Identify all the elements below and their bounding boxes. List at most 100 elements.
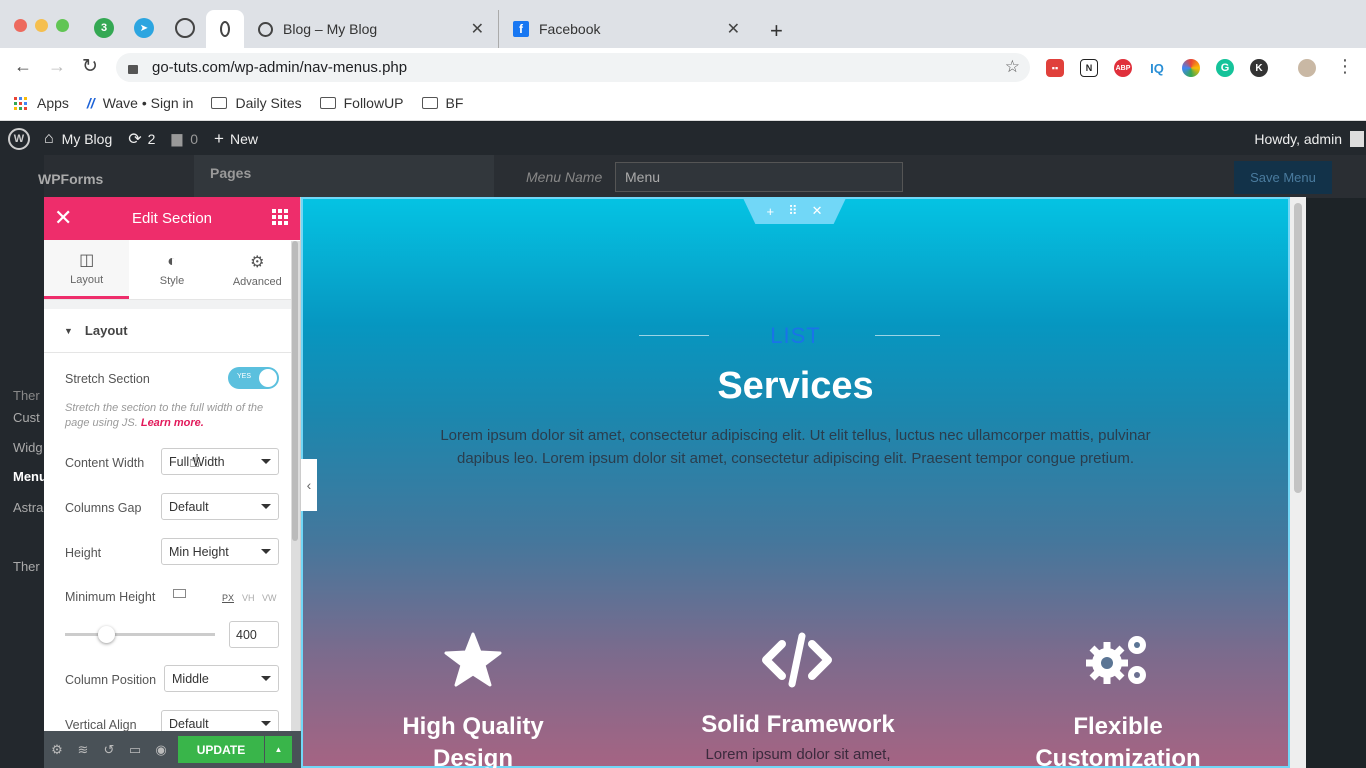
- bookmark-wave[interactable]: //Wave • Sign in: [87, 95, 194, 111]
- bookmark-bf[interactable]: BF: [421, 95, 463, 111]
- panel-footer: ⚙ ≋ ↺ ▭ ◉ UPDATE ▲: [44, 731, 301, 768]
- globe-tab-icon[interactable]: [175, 18, 195, 38]
- star-icon: [444, 632, 502, 687]
- tab-style[interactable]: ◐ Style: [129, 240, 214, 299]
- forward-icon[interactable]: →: [48, 56, 66, 77]
- admin-avatar[interactable]: [1350, 130, 1364, 147]
- panel-title: Edit Section: [131, 210, 213, 227]
- section-preview[interactable]: LIST Services Lorem ipsum dolor sit amet…: [301, 197, 1290, 768]
- preview-scrollbar[interactable]: [1290, 197, 1306, 768]
- min-height-input[interactable]: 400: [229, 621, 279, 648]
- browser-tab-strip: 3 ➤ Blog – My Blog ✕ f Facebook ✕ +: [0, 0, 1366, 48]
- tab-facebook[interactable]: f Facebook ✕: [498, 10, 754, 48]
- unit-px[interactable]: PX: [222, 593, 234, 603]
- section-title: Services: [717, 365, 874, 407]
- add-section-icon[interactable]: +: [766, 204, 774, 219]
- home-icon: ⌂: [44, 129, 54, 147]
- navigator-layers-icon[interactable]: ≋: [70, 742, 96, 758]
- back-icon[interactable]: ←: [14, 56, 32, 77]
- update-button[interactable]: UPDATE: [178, 736, 264, 763]
- bookmark-followup[interactable]: FollowUP: [319, 95, 404, 111]
- comment-icon: ▆: [171, 130, 183, 146]
- gears-icon: [1086, 636, 1146, 684]
- section-eyebrow: LIST: [770, 323, 821, 348]
- history-icon[interactable]: ↺: [96, 742, 122, 758]
- tab-layout[interactable]: ◫ Layout: [44, 240, 130, 299]
- drag-section-icon[interactable]: ⠿: [788, 203, 798, 219]
- updates-icon: ⟳: [128, 130, 142, 148]
- desktop-icon[interactable]: [173, 589, 186, 598]
- panel-header: ✕ Edit Section: [44, 197, 300, 240]
- slider-handle[interactable]: [97, 626, 115, 643]
- preview-scroll-thumb[interactable]: [1294, 203, 1302, 493]
- wordpress-logo-icon[interactable]: W: [8, 127, 30, 150]
- admin-howdy[interactable]: Howdy, admin: [1254, 131, 1342, 147]
- layout-controls: Stretch Section YES Stretch the section …: [44, 353, 291, 737]
- unit-vh[interactable]: VH: [242, 593, 255, 603]
- menu-name-input[interactable]: Menu: [615, 162, 903, 192]
- close-window-button[interactable]: [14, 19, 27, 32]
- unit-vw[interactable]: VW: [262, 593, 277, 603]
- tab-active-globe[interactable]: [206, 10, 244, 48]
- address-bar[interactable]: go-tuts.com/wp-admin/nav-menus.php ☆: [116, 53, 1030, 82]
- new-tab-icon[interactable]: +: [770, 18, 783, 44]
- update-options-caret-icon[interactable]: ▲: [265, 736, 292, 763]
- grammarly-extension-icon[interactable]: G: [1216, 59, 1234, 77]
- min-height-slider[interactable]: [65, 626, 215, 643]
- close-tab-icon[interactable]: ✕: [471, 19, 484, 39]
- responsive-desktop-icon[interactable]: ▭: [122, 742, 148, 758]
- collapse-panel-icon[interactable]: ‹: [301, 459, 317, 511]
- plus-icon: +: [214, 128, 224, 148]
- bookmark-daily-sites[interactable]: Daily Sites: [211, 95, 302, 111]
- hand-cursor-icon: ☝: [189, 451, 200, 471]
- content-width-select[interactable]: Full Width: [161, 448, 279, 475]
- section-handle[interactable]: + ⠿ ✕: [743, 198, 846, 224]
- learn-more-link[interactable]: Learn more.: [141, 417, 204, 429]
- close-tab-icon[interactable]: ✕: [727, 19, 740, 39]
- admin-comments[interactable]: ▆ 0: [171, 130, 198, 147]
- columns-gap-select[interactable]: Default: [161, 493, 279, 520]
- iq-extension-icon[interactable]: IQ: [1148, 59, 1166, 77]
- maximize-window-button[interactable]: [56, 19, 69, 32]
- admin-new[interactable]: + New: [214, 129, 258, 149]
- bookmark-star-icon[interactable]: ☆: [1005, 57, 1020, 77]
- adblock-extension-icon[interactable]: ABP: [1114, 59, 1132, 77]
- k-extension-icon[interactable]: K: [1250, 59, 1268, 77]
- preview-eye-icon[interactable]: ◉: [148, 742, 174, 758]
- bookmark-apps[interactable]: Apps: [14, 95, 69, 111]
- telegram-tab-icon[interactable]: ➤: [134, 18, 154, 38]
- lock-icon: [128, 65, 138, 74]
- settings-gear-icon[interactable]: ⚙: [44, 742, 70, 758]
- tab-title: Blog – My Blog: [283, 21, 378, 37]
- height-select[interactable]: Min Height: [161, 538, 279, 565]
- close-panel-icon[interactable]: ✕: [54, 205, 72, 231]
- widgets-grid-icon[interactable]: [272, 209, 288, 225]
- layout-section-toggle[interactable]: ▼ Layout: [44, 309, 291, 353]
- wp-admin-bar: W ⌂ My Blog ⟳ 2 ▆ 0 + New Howdy, admin: [0, 122, 1366, 155]
- tab-blog[interactable]: Blog – My Blog ✕: [244, 10, 498, 48]
- admin-updates[interactable]: ⟳ 2: [128, 129, 155, 149]
- panel-scroll-thumb[interactable]: [292, 241, 298, 541]
- column-position-select[interactable]: Middle: [164, 665, 279, 692]
- folder-icon: [421, 97, 438, 109]
- code-icon: [762, 632, 832, 688]
- minimize-window-button[interactable]: [35, 19, 48, 32]
- folder-icon: [319, 97, 336, 109]
- pinned-tab-badge-icon[interactable]: 3: [94, 18, 114, 38]
- profile-avatar[interactable]: [1298, 59, 1316, 77]
- wp-admin-sidebar: Ther Cust Widg Menu Astra Ther: [0, 155, 47, 768]
- tab-advanced[interactable]: ⚙ Advanced: [215, 240, 300, 299]
- pocket-extension-icon[interactable]: ▪▪: [1046, 59, 1064, 77]
- menu-dots-icon[interactable]: ⋮: [1336, 56, 1354, 77]
- color-extension-icon[interactable]: [1182, 59, 1200, 77]
- tab-title: Facebook: [539, 21, 601, 37]
- pages-accordion[interactable]: Pages: [194, 155, 494, 198]
- panel-scrollbar[interactable]: [291, 241, 300, 731]
- url-text: go-tuts.com/wp-admin/nav-menus.php: [152, 59, 408, 76]
- delete-section-icon[interactable]: ✕: [812, 203, 823, 219]
- notion-extension-icon[interactable]: N: [1080, 59, 1098, 77]
- admin-site-link[interactable]: ⌂ My Blog: [44, 130, 112, 148]
- save-menu-button[interactable]: Save Menu: [1234, 161, 1332, 194]
- reload-icon[interactable]: ↻: [82, 55, 98, 78]
- stretch-section-toggle[interactable]: YES: [228, 367, 279, 389]
